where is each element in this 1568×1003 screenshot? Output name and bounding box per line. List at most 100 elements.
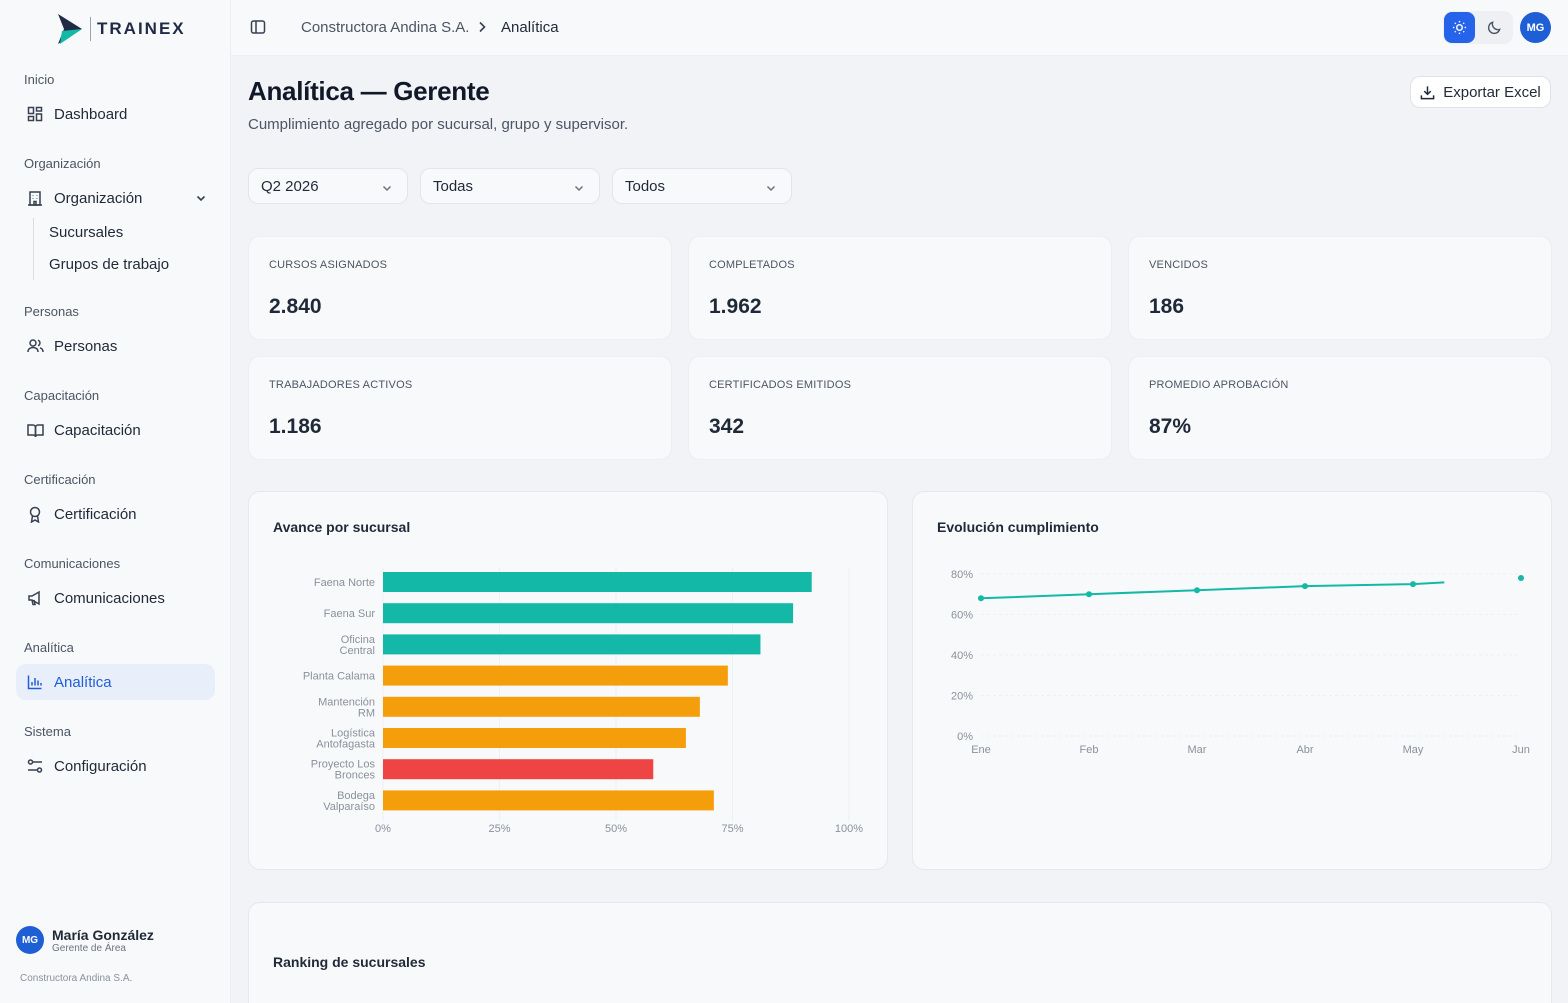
y-tick-label: 40%	[951, 650, 973, 662]
avatar: MG	[16, 926, 44, 954]
sidebar-item-label: Personas	[54, 337, 118, 355]
kpi-card: COMPLETADOS 1.962	[688, 236, 1112, 340]
page-subtitle: Cumplimiento agregado por sucursal, grup…	[248, 116, 629, 133]
brand-logo[interactable]: TRAINEX	[58, 14, 186, 44]
sidebar-subitem-sucursales[interactable]: Sucursales	[49, 224, 123, 241]
select-value: Todos	[625, 177, 666, 195]
sun-icon[interactable]	[1444, 12, 1475, 43]
x-tick-label: 0%	[375, 823, 391, 835]
kpi-card: TRABAJADORES ACTIVOS 1.186	[248, 356, 672, 460]
data-point	[978, 595, 984, 602]
y-tick-label: 60%	[951, 610, 973, 622]
card-title: Ranking de sucursales	[273, 954, 426, 970]
kpi-value: 87%	[1149, 415, 1192, 438]
nav-section-title: Comunicaciones	[24, 556, 121, 571]
sidebar: TRAINEX Inicio Dashboard Organización Or…	[0, 0, 231, 1003]
kpi-label: CURSOS ASIGNADOS	[269, 259, 388, 271]
download-icon	[1420, 85, 1435, 100]
sidebar-item-comunicaciones[interactable]: Comunicaciones	[16, 580, 215, 616]
sidebar-item-organizacion[interactable]: Organización	[16, 180, 215, 216]
bar	[383, 790, 714, 811]
sidebar-item-label: Analítica	[54, 673, 112, 691]
book-icon	[26, 421, 44, 439]
page-title: Analítica — Gerente	[248, 76, 490, 106]
kpi-value: 186	[1149, 295, 1185, 318]
select-value: Q2 2026	[261, 177, 319, 195]
trend-card: Evolución cumplimiento 0% 20% 40% 60% 80% Ene…	[912, 491, 1552, 870]
kpi-value: 1.186	[269, 415, 322, 438]
sidebar-item-analitica[interactable]: Analítica	[16, 664, 215, 700]
dashboard-icon	[26, 105, 44, 123]
bar	[383, 728, 686, 748]
category-label: Bronces	[335, 770, 376, 782]
sidebar-item-dashboard[interactable]: Dashboard	[16, 96, 215, 132]
kpi-value: 2.840	[269, 295, 322, 318]
theme-switcher	[1443, 11, 1513, 44]
sidebar-item-configuracion[interactable]: Configuración	[16, 748, 215, 784]
x-tick-label: Feb	[1080, 744, 1099, 756]
category-label: Valparaíso	[323, 801, 375, 813]
brand-name: TRAINEX	[97, 19, 186, 38]
sidebar-item-capacitacion[interactable]: Capacitación	[16, 412, 215, 448]
sidebar-subitem-grupos[interactable]: Grupos de trabajo	[49, 256, 169, 273]
kpi-card: VENCIDOS 186	[1128, 236, 1552, 340]
sliders-icon	[26, 757, 44, 775]
sidebar-item-label: Configuración	[54, 757, 147, 775]
trainex-logo-icon	[58, 14, 82, 44]
sidebar-item-label: Certificación	[54, 505, 137, 523]
sidebar-user[interactable]: MG María González Gerente de Área	[16, 926, 154, 954]
nav-section-title: Analítica	[24, 640, 74, 655]
nav-section-title: Personas	[24, 304, 79, 319]
sidebar-item-certificacion[interactable]: Certificación	[16, 496, 215, 532]
category-label: RM	[358, 707, 375, 719]
series-line	[980, 581, 1445, 600]
breadcrumb-current: Analítica	[501, 19, 559, 36]
category-label: Planta Calama	[303, 671, 376, 683]
x-tick-label: Ene	[971, 744, 991, 756]
megaphone-icon	[26, 589, 44, 607]
bar	[383, 696, 700, 717]
x-tick-label: Jun	[1512, 744, 1530, 756]
chevron-right-icon	[477, 20, 487, 39]
award-icon	[26, 505, 44, 523]
x-tick-label: 50%	[605, 823, 627, 835]
x-tick-label: Mar	[1188, 744, 1207, 756]
export-excel-button[interactable]: Exportar Excel	[1410, 76, 1551, 108]
category-label: Faena Sur	[324, 608, 376, 620]
kpi-label: CERTIFICADOS EMITIDOS	[709, 379, 852, 391]
x-tick-label: 25%	[488, 823, 510, 835]
chevron-down-icon	[381, 181, 393, 198]
chevron-down-icon	[573, 181, 585, 198]
category-label: Antofagasta	[316, 739, 376, 751]
building-icon	[26, 189, 44, 207]
sidebar-item-label: Dashboard	[54, 105, 128, 123]
nav-section-title: Sistema	[24, 724, 71, 739]
bar	[383, 759, 654, 780]
branch-select[interactable]: Todas	[420, 168, 600, 204]
y-tick-label: 80%	[951, 569, 973, 581]
sidebar-item-personas[interactable]: Personas	[16, 328, 215, 364]
breadcrumb-company[interactable]: Constructora Andina S.A.	[301, 19, 469, 36]
group-select[interactable]: Todos	[612, 168, 792, 204]
nav-section-title: Inicio	[24, 72, 55, 87]
sidebar-item-label: Capacitación	[54, 421, 141, 439]
moon-icon[interactable]	[1479, 12, 1510, 43]
kpi-label: TRABAJADORES ACTIVOS	[269, 379, 413, 391]
avatar[interactable]: MG	[1520, 12, 1551, 43]
period-select[interactable]: Q2 2026	[248, 168, 408, 204]
bar	[383, 634, 761, 655]
user-name: María González	[52, 926, 154, 943]
bar	[383, 665, 728, 686]
sidebar-toggle-icon[interactable]	[250, 19, 266, 40]
kpi-card: PROMEDIO APROBACIÓN 87%	[1128, 356, 1552, 460]
data-point	[1410, 581, 1416, 588]
bar	[383, 603, 794, 624]
sidebar-item-label: Organización	[54, 189, 143, 207]
kpi-label: COMPLETADOS	[709, 259, 795, 271]
x-tick-label: 100%	[835, 823, 863, 835]
kpi-label: PROMEDIO APROBACIÓN	[1149, 379, 1289, 391]
chevron-down-icon[interactable]	[195, 191, 207, 208]
data-point	[1194, 587, 1200, 594]
data-point	[1518, 575, 1524, 582]
sidebar-item-label: Comunicaciones	[54, 589, 165, 607]
